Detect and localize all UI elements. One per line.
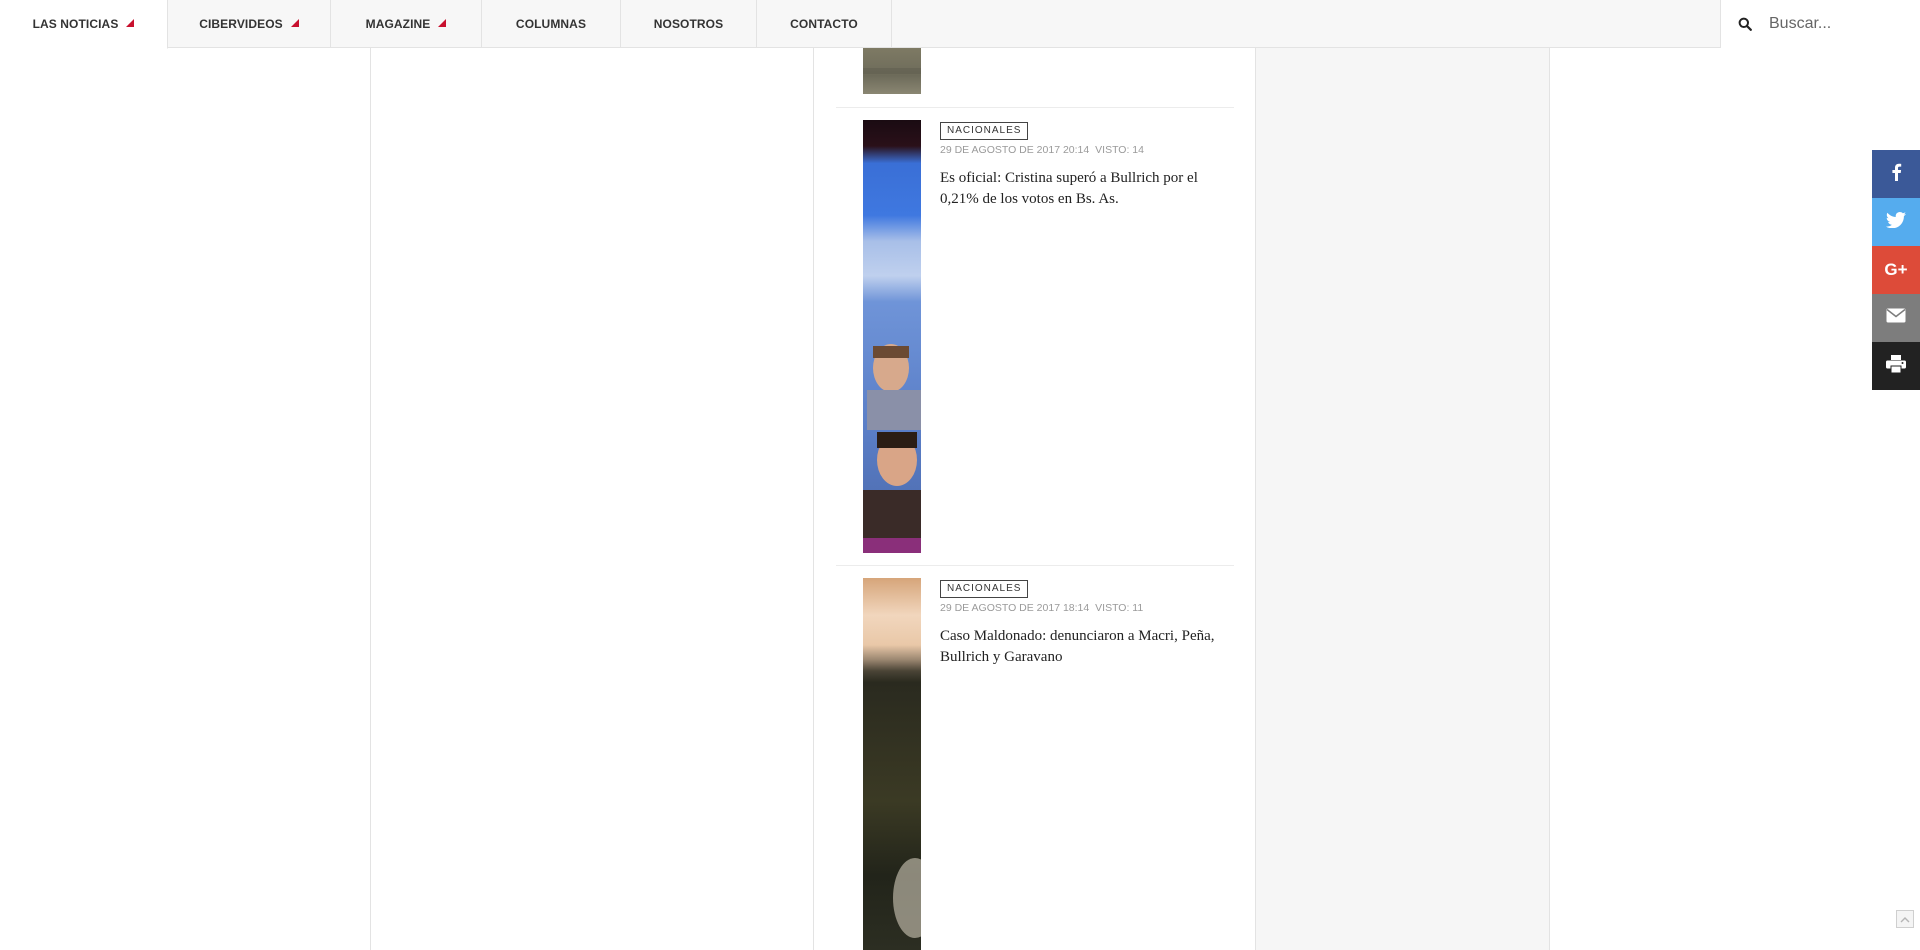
article-info: NACIONALES 29 DE AGOSTO DE 2017 20:14 VI… bbox=[940, 120, 1215, 210]
twitter-share-button[interactable] bbox=[1872, 198, 1920, 246]
article-separator bbox=[836, 565, 1234, 566]
chevron-up-icon bbox=[1900, 910, 1910, 928]
nav-item-las-noticias[interactable]: LAS NOTICIAS bbox=[0, 0, 168, 49]
category-badge[interactable]: NACIONALES bbox=[940, 580, 1029, 598]
facebook-share-button[interactable] bbox=[1872, 150, 1920, 198]
nav-item-label: NOSOTROS bbox=[653, 17, 724, 31]
search-input[interactable] bbox=[1769, 15, 1909, 33]
nav-item-label: CIBERVIDEOS bbox=[199, 17, 283, 31]
twitter-icon bbox=[1885, 211, 1906, 233]
category-badge[interactable]: NACIONALES bbox=[940, 122, 1029, 140]
view-count: VISTO: 14 bbox=[1095, 144, 1144, 156]
nav-item-cibervideos[interactable]: CIBERVIDEOS bbox=[168, 0, 331, 48]
article-thumbnail[interactable] bbox=[863, 48, 921, 94]
column-divider bbox=[370, 48, 371, 950]
nav-item-magazine[interactable]: MAGAZINE bbox=[331, 0, 482, 48]
print-icon bbox=[1886, 354, 1906, 378]
article-meta: 29 DE AGOSTO DE 2017 20:14 VISTO: 14 bbox=[940, 144, 1215, 156]
nav-item-nosotros[interactable]: NOSOTROS bbox=[621, 0, 757, 48]
google-plus-share-button[interactable]: G+ bbox=[1872, 246, 1920, 294]
nav-item-label: CONTACTO bbox=[790, 17, 858, 31]
facebook-icon bbox=[1890, 163, 1902, 186]
search-icon[interactable] bbox=[1721, 0, 1769, 48]
nav-item-label: LAS NOTICIAS bbox=[32, 17, 119, 31]
caret-down-icon bbox=[438, 19, 447, 27]
caret-down-icon bbox=[290, 19, 299, 27]
search-box bbox=[1720, 0, 1920, 48]
nav-item-label: MAGAZINE bbox=[365, 17, 431, 31]
social-share-bar: G+ bbox=[1872, 150, 1920, 390]
caret-down-icon bbox=[126, 19, 135, 27]
article-title[interactable]: Caso Maldonado: denunciaron a Macri, Peñ… bbox=[940, 626, 1215, 668]
nav-item-contacto[interactable]: CONTACTO bbox=[757, 0, 892, 48]
view-count: VISTO: 11 bbox=[1095, 602, 1144, 614]
article-title[interactable]: Es oficial: Cristina superó a Bullrich p… bbox=[940, 168, 1215, 210]
nav-item-columnas[interactable]: COLUMNAS bbox=[482, 0, 621, 48]
article-separator bbox=[836, 107, 1234, 108]
article-info: NACIONALES 29 DE AGOSTO DE 2017 18:14 VI… bbox=[940, 578, 1215, 668]
article-date: 29 DE AGOSTO DE 2017 20:14 bbox=[940, 144, 1090, 156]
email-share-button[interactable] bbox=[1872, 294, 1920, 342]
article-date: 29 DE AGOSTO DE 2017 18:14 bbox=[940, 602, 1090, 614]
sidebar-area bbox=[1256, 48, 1549, 950]
nav-item-label: COLUMNAS bbox=[515, 17, 587, 31]
article-thumbnail[interactable] bbox=[863, 578, 921, 950]
article-meta: 29 DE AGOSTO DE 2017 18:14 VISTO: 11 bbox=[940, 602, 1215, 614]
column-divider bbox=[813, 48, 814, 950]
article-thumbnail[interactable] bbox=[863, 120, 921, 553]
email-icon bbox=[1886, 308, 1906, 328]
main-menu: LAS NOTICIAS CIBERVIDEOS MAGAZINE COLUMN… bbox=[0, 0, 892, 49]
scroll-to-top-button[interactable] bbox=[1896, 910, 1914, 928]
column-divider bbox=[1549, 48, 1550, 950]
top-navigation: LAS NOTICIAS CIBERVIDEOS MAGAZINE COLUMN… bbox=[0, 0, 1920, 49]
column-divider bbox=[1255, 48, 1256, 950]
google-plus-icon: G+ bbox=[1884, 260, 1908, 279]
print-share-button[interactable] bbox=[1872, 342, 1920, 390]
